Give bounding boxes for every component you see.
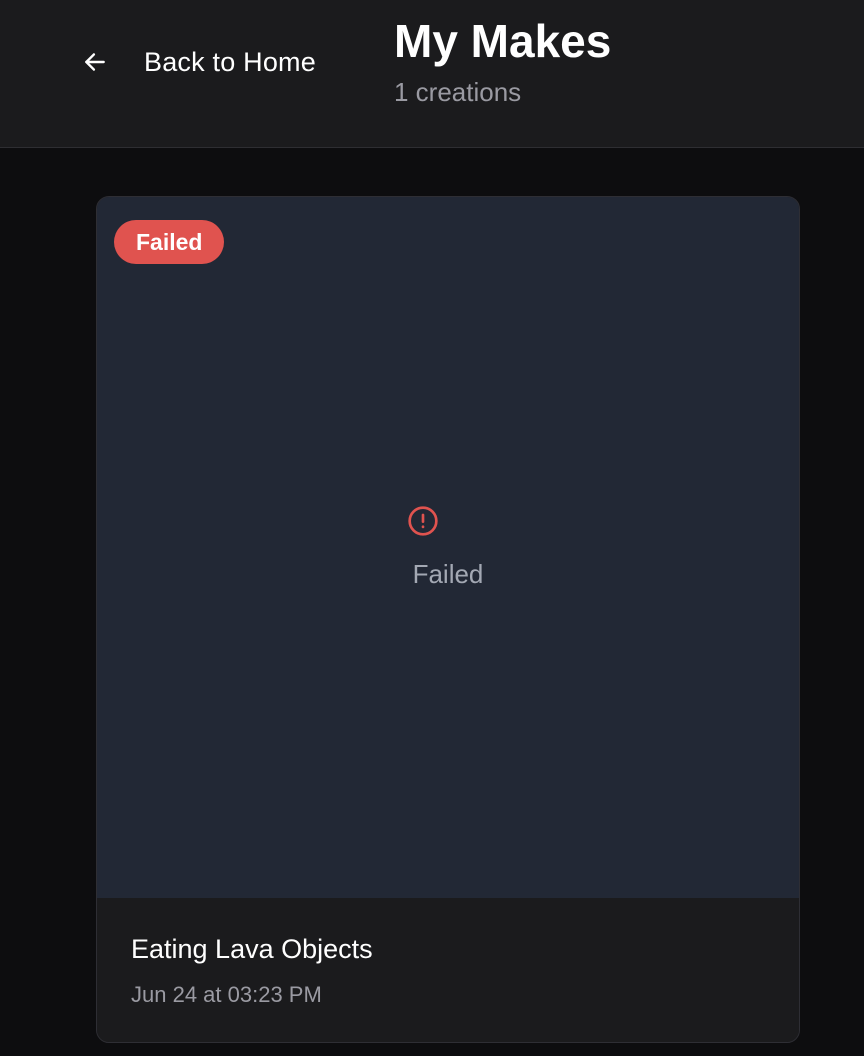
creation-date: Jun 24 at 03:23 PM	[131, 982, 322, 1007]
creation-count: 1 creations	[394, 77, 522, 107]
creation-title: Eating Lava Objects	[131, 934, 373, 964]
creation-preview: Failed Failed	[97, 197, 799, 898]
alert-circle-icon	[407, 505, 439, 537]
back-to-home-label: Back to Home	[144, 46, 316, 77]
status-badge: Failed	[114, 220, 225, 264]
title-block: My Makes 1 creations	[394, 12, 611, 108]
failed-state: Failed	[97, 505, 799, 590]
failed-label: Failed	[412, 559, 484, 589]
page-header: Back to Home My Makes 1 creations	[0, 0, 864, 148]
arrow-left-icon	[82, 49, 108, 75]
back-to-home-button[interactable]: Back to Home	[82, 44, 316, 80]
creation-footer: Eating Lava Objects Jun 24 at 03:23 PM	[97, 898, 799, 1042]
page-title: My Makes	[394, 15, 612, 67]
creation-card[interactable]: Failed Failed Eating Lava Objects Jun 24…	[96, 196, 800, 1043]
